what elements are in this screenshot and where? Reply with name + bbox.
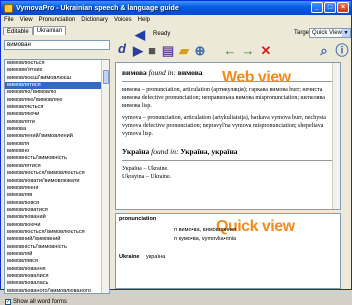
search-icon[interactable]: ⌕ — [317, 44, 331, 58]
list-item[interactable]: вимовляв — [5, 192, 109, 199]
close-window-button[interactable]: × — [337, 2, 349, 13]
list-item[interactable]: вимовляй — [5, 251, 109, 258]
list-item[interactable]: вимовлювалась — [5, 280, 109, 287]
heading-word: вимова — [122, 68, 147, 77]
app-window: VymovaPro - Ukrainian speech & language … — [0, 0, 352, 305]
list-item[interactable]: вимовлювалися — [5, 273, 109, 280]
list-item[interactable]: вимовлюється/'вимовлюється — [5, 170, 109, 177]
list-item[interactable]: вимовлю/'вимовлю — [5, 89, 109, 96]
menu-pronunciation[interactable]: Pronunciation — [39, 17, 76, 23]
list-item[interactable]: вимовно — [5, 148, 109, 155]
menu-view[interactable]: View — [20, 17, 33, 23]
dictionary-icon[interactable]: ▤ — [161, 44, 175, 58]
list-item[interactable]: вимовля — [5, 141, 109, 148]
tab-ukrainian[interactable]: Ukrainian — [32, 26, 67, 35]
entry2-cyrillic: Україна – Ukraine. — [122, 166, 169, 173]
forward-icon[interactable]: → — [241, 44, 255, 58]
heading-ukraina: Україна found in: Україна, україна — [122, 147, 334, 156]
app-icon — [4, 3, 13, 13]
entry-cyrillic: вимова – pronunciation, articulation (ар… — [122, 87, 325, 110]
status-ready: Ready — [153, 31, 171, 37]
heading2-found: found in: — [151, 147, 179, 157]
list-item[interactable]: вимовляти — [5, 119, 109, 126]
list-item[interactable]: вимовлений/'вимовлений — [5, 133, 109, 140]
d-icon[interactable]: d — [115, 42, 129, 56]
webview-scrollbar[interactable] — [332, 63, 340, 209]
list-item[interactable]: вимовний/'вимовний — [5, 236, 109, 243]
word-tabs: Editable Ukrainian — [3, 26, 111, 35]
web-view-overlay: Web view — [222, 69, 291, 86]
list-item[interactable]: вимовляю/'вимовляю — [5, 97, 109, 104]
list-item[interactable]: вимовм'ятних — [5, 67, 109, 74]
entry-latin: vymova – pronunciation, articulation (ar… — [122, 114, 326, 138]
list-item[interactable]: вимовлювати/'вимовлювати — [5, 178, 109, 185]
heading-tail: вимова — [177, 68, 203, 77]
heading-found: found in: — [148, 68, 176, 77]
heading2-tail: Україна, україна — [180, 147, 238, 157]
qv-row-4-left: Ukraine — [119, 254, 140, 260]
word-list[interactable]: вимовлюється вимовм'ятних вимовлюєш/'вимов… — [4, 59, 110, 294]
menu-bar: File View Pronunciation Dictionary Voice… — [1, 15, 351, 25]
menu-voices[interactable]: Voices — [114, 17, 132, 23]
quick-view-pane: Quick view pronunciation п вимо•ва, вимо… — [115, 213, 341, 289]
menu-file[interactable]: File — [4, 17, 14, 23]
list-item[interactable]: вимовлювання — [5, 266, 109, 273]
divider-2 — [122, 160, 334, 162]
list-item[interactable]: вимовлюєш/'вимовлюєш — [5, 75, 109, 82]
qv-row-4-right: україна — [146, 254, 166, 260]
chevron-down-icon[interactable]: ▼ — [342, 29, 350, 37]
word-panel: Editable Ukrainian вимован вимовлюється в… — [3, 26, 111, 305]
scroll-thumb[interactable] — [103, 70, 109, 84]
show-all-forms[interactable]: ✓ Show all word forms — [5, 299, 67, 305]
folder-icon[interactable]: ▰ — [177, 44, 191, 58]
search-input[interactable]: вимован — [4, 40, 110, 50]
list-item[interactable]: вимовлюючи — [5, 222, 109, 229]
list-item[interactable]: вимовляється — [5, 104, 109, 111]
zoom-icon[interactable]: ⊕ — [193, 44, 207, 58]
list-item[interactable]: вимовлюється/'вимовлюється — [5, 229, 109, 236]
qv-row-3-right: п кумо•ва, vymovlia•nnia — [174, 236, 237, 242]
toolbar: d ◀ Ready ▶ ■ ▤ ▰ ⊕ ← → ✕ Target: Quick … — [113, 26, 351, 62]
heading2-word: Україна — [122, 147, 150, 157]
list-item[interactable]: вимовляння — [5, 185, 109, 192]
play-icon[interactable]: ▶ — [131, 44, 145, 58]
list-item[interactable]: вимовлюваний — [5, 214, 109, 221]
list-item[interactable]: вимовлюваного/'вимовлюваного — [5, 288, 109, 293]
list-item[interactable]: вимовність/'вимовність — [5, 244, 109, 251]
show-all-label: Show all word forms — [13, 299, 68, 305]
target-value: Quick View — [312, 30, 342, 36]
maximize-button[interactable]: □ — [324, 2, 336, 13]
close-icon[interactable]: ✕ — [259, 44, 273, 58]
list-item[interactable]: вимовлюватися — [5, 207, 109, 214]
list-item[interactable]: вимовлюється — [5, 60, 109, 67]
list-item[interactable]: вимовність/'вимовність — [5, 155, 109, 162]
list-item[interactable]: вимова — [5, 126, 109, 133]
title-bar[interactable]: VymovaPro - Ukrainian speech & language … — [1, 1, 351, 15]
show-all-checkbox[interactable]: ✓ — [5, 299, 11, 305]
info-icon[interactable]: ⓘ — [335, 44, 349, 58]
list-item[interactable]: вимовлятися — [5, 163, 109, 170]
qv-row-2-right: п вимо•ва, вимовлянн•я — [174, 227, 237, 233]
target-select[interactable]: Quick View ▼ — [309, 28, 351, 38]
list-item[interactable]: вимовляючи — [5, 111, 109, 118]
minimize-button[interactable]: _ — [311, 2, 323, 13]
list-item[interactable]: вимовлювся — [5, 200, 109, 207]
stop-icon[interactable]: ■ — [145, 44, 159, 58]
back-icon[interactable]: ← — [223, 44, 237, 58]
qv-row-1-left: pronunciation — [119, 216, 157, 222]
list-item[interactable]: вимовлятися — [5, 82, 109, 90]
speaker-icon[interactable]: ◀ — [133, 28, 147, 42]
list-scrollbar[interactable] — [101, 60, 109, 293]
menu-help[interactable]: Help — [138, 17, 150, 23]
tab-editable[interactable]: Editable — [3, 27, 33, 35]
window-title: VymovaPro - Ukrainian speech & language … — [16, 4, 179, 12]
entry2-latin: Ukrayina – Ukraine. — [122, 174, 172, 181]
web-view-pane: Web view вимова found in: вимова вимова … — [115, 62, 341, 210]
menu-dictionary[interactable]: Dictionary — [81, 17, 108, 23]
list-item[interactable]: вимовлявся — [5, 258, 109, 265]
